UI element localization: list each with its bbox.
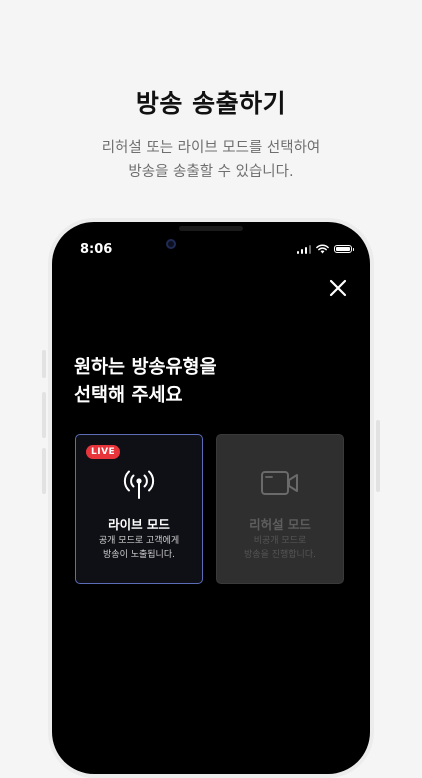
promo-title: 방송 송출하기	[135, 89, 287, 118]
close-icon	[329, 279, 347, 297]
promo-subtitle: 리허설 또는 라이브 모드를 선택하여 방송을 송출할 수 있습니다.	[0, 136, 422, 184]
cellular-signal-icon	[296, 244, 311, 254]
live-mode-card[interactable]: LIVE 라이브 모드 공개 모드로 고객에게 방송이 노출됩니다.	[75, 434, 203, 584]
phone-side-button	[42, 448, 46, 494]
phone-side-button	[42, 350, 46, 378]
wifi-icon	[316, 244, 329, 254]
close-button[interactable]	[326, 276, 350, 300]
speaker-grille	[179, 226, 243, 231]
promo-subtitle-line1: 리허설 또는 라이브 모드를 선택하여	[101, 140, 321, 156]
status-icons	[296, 244, 354, 254]
live-mode-description: 공개 모드로 고객에게 방송이 노출됩니다.	[76, 534, 202, 562]
live-mode-desc-line1: 공개 모드로 고객에게	[98, 536, 180, 546]
rehearsal-mode-title: 리허설 모드	[249, 517, 311, 532]
heading-line2: 선택해 주세요	[74, 385, 183, 406]
rehearsal-mode-card[interactable]: 리허설 모드 비공개 모드로 방송을 진행합니다.	[216, 434, 344, 584]
video-camera-icon	[261, 471, 298, 495]
front-camera-icon	[166, 239, 176, 249]
rehearsal-mode-desc-line2: 방송을 진행합니다.	[244, 550, 316, 560]
live-badge: LIVE	[86, 445, 121, 459]
phone-mockup: 8:06 원하는 방송유형을 선택해 주세요 LIVE 라이브 모드 공개 모드…	[48, 218, 374, 778]
broadcast-antenna-icon	[123, 470, 155, 499]
live-mode-title: 라이브 모드	[108, 517, 170, 532]
phone-side-button	[42, 392, 46, 438]
screen-heading: 원하는 방송유형을 선택해 주세요	[74, 354, 217, 410]
battery-icon	[334, 245, 354, 253]
heading-line1: 원하는 방송유형을	[74, 357, 217, 378]
promo-subtitle-line2: 방송을 송출할 수 있습니다.	[128, 164, 294, 180]
rehearsal-mode-description: 비공개 모드로 방송을 진행합니다.	[217, 534, 343, 562]
live-mode-desc-line2: 방송이 노출됩니다.	[103, 550, 175, 560]
phone-side-button	[376, 420, 380, 492]
status-time: 8:06	[80, 242, 113, 257]
rehearsal-mode-desc-line1: 비공개 모드로	[253, 536, 307, 546]
phone-screen: 8:06 원하는 방송유형을 선택해 주세요 LIVE 라이브 모드 공개 모드…	[52, 222, 370, 774]
